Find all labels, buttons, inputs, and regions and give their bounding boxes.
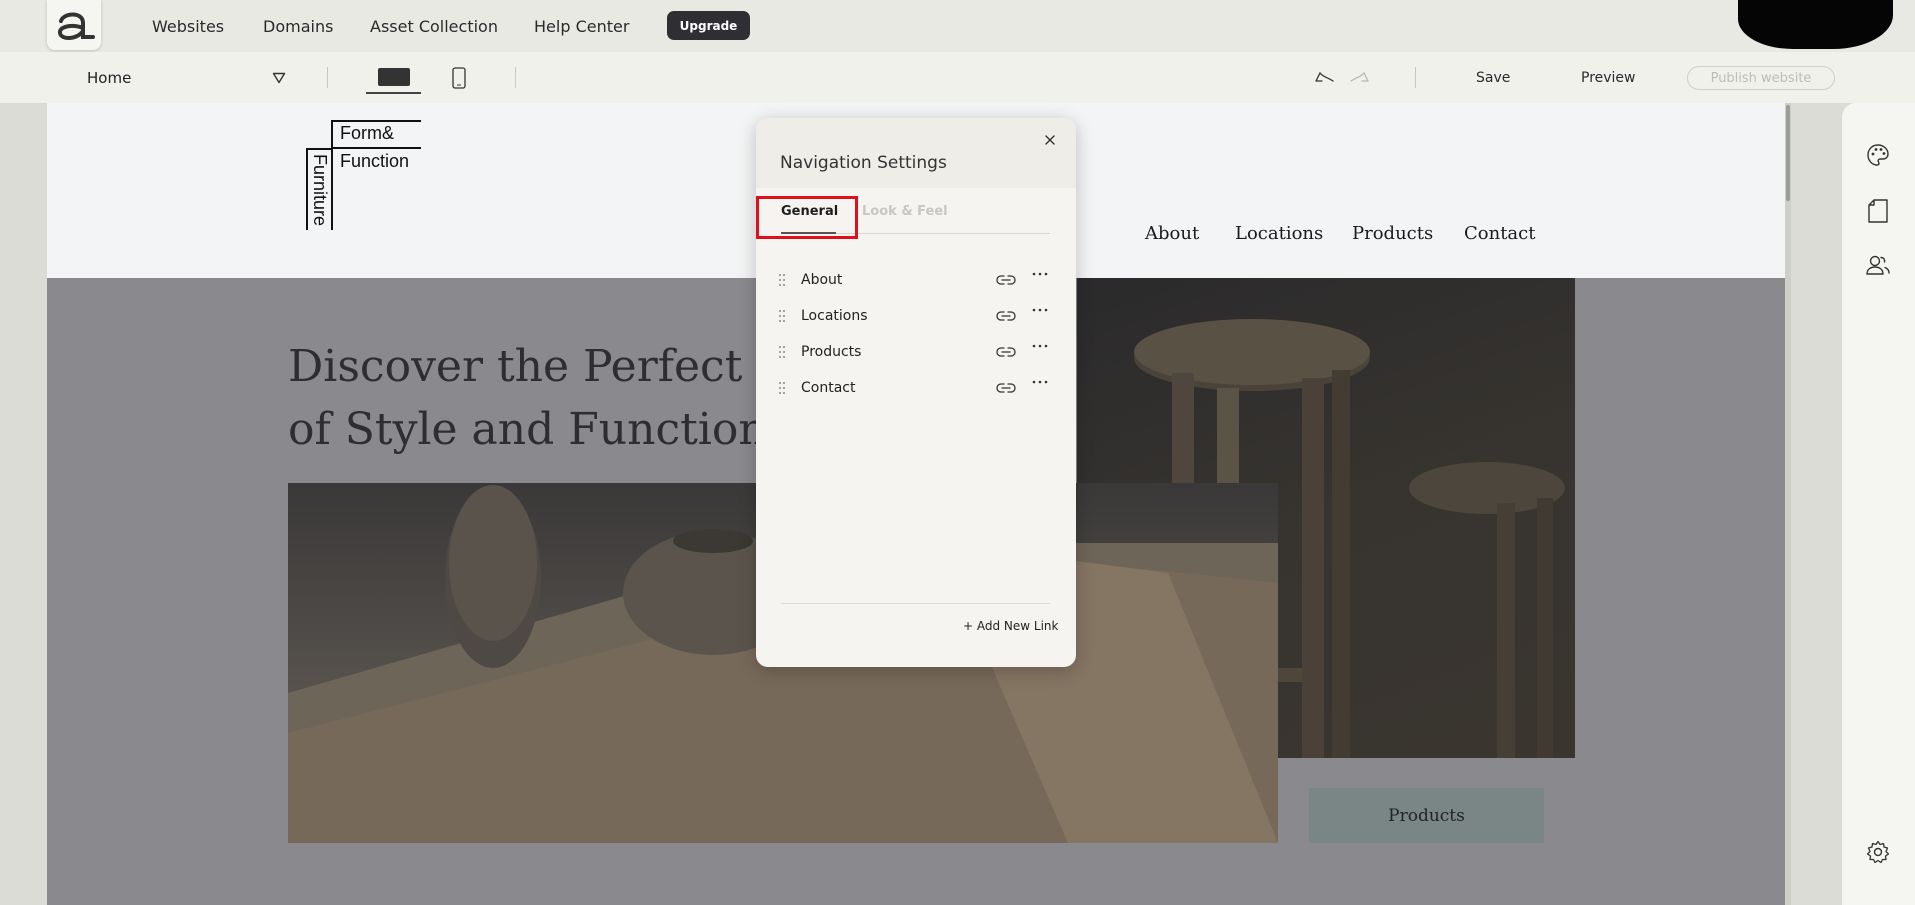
nav-link-row[interactable]: Products bbox=[756, 338, 1076, 368]
page-selector[interactable]: Home bbox=[87, 52, 131, 103]
nav-websites[interactable]: Websites bbox=[152, 0, 224, 52]
nav-link-label: Products bbox=[801, 344, 862, 360]
more-options-icon[interactable] bbox=[1032, 306, 1048, 314]
site-nav-about[interactable]: About bbox=[1145, 223, 1199, 244]
site-nav-locations[interactable]: Locations bbox=[1235, 223, 1323, 244]
close-icon bbox=[1045, 135, 1055, 145]
nav-link-label: About bbox=[801, 272, 843, 288]
app-logo-icon bbox=[58, 12, 95, 40]
publish-website-button[interactable]: Publish website bbox=[1687, 66, 1835, 90]
link-icon[interactable] bbox=[996, 273, 1016, 287]
theme-palette-button[interactable] bbox=[1864, 141, 1892, 169]
mobile-icon bbox=[452, 67, 466, 89]
more-options-icon[interactable] bbox=[1032, 342, 1048, 350]
settings-icon bbox=[1866, 840, 1890, 864]
palette-icon bbox=[1867, 144, 1889, 166]
close-panel-button[interactable] bbox=[1039, 129, 1061, 151]
nav-link-label: Contact bbox=[801, 380, 856, 396]
link-icon[interactable] bbox=[996, 381, 1016, 395]
link-icon[interactable] bbox=[996, 345, 1016, 359]
link-icon[interactable] bbox=[996, 309, 1016, 323]
desktop-view-underline bbox=[366, 92, 421, 94]
drag-handle-icon[interactable] bbox=[778, 273, 786, 287]
page-selector-value: Home bbox=[87, 68, 132, 87]
nav-asset-collection[interactable]: Asset Collection bbox=[370, 0, 498, 52]
redo-icon[interactable] bbox=[1349, 69, 1371, 85]
pages-button[interactable] bbox=[1864, 197, 1892, 225]
drag-handle-icon[interactable] bbox=[778, 381, 786, 395]
tab-look-and-feel[interactable]: Look & Feel bbox=[862, 204, 948, 219]
users-icon bbox=[1866, 255, 1890, 275]
site-nav-contact[interactable]: Contact bbox=[1464, 223, 1535, 244]
site-logo-line-1: Form& bbox=[340, 123, 394, 143]
save-button[interactable]: Save bbox=[1476, 52, 1510, 103]
editor-toolbar: Home Save Preview Publish website bbox=[0, 52, 1915, 103]
nav-link-row[interactable]: About bbox=[756, 266, 1076, 296]
toolbar-divider bbox=[1415, 67, 1416, 88]
account-avatar[interactable] bbox=[1738, 0, 1893, 49]
desktop-icon bbox=[377, 68, 410, 86]
app-logo[interactable] bbox=[47, 0, 101, 50]
nav-link-row[interactable]: Contact bbox=[756, 374, 1076, 404]
desktop-view-button[interactable] bbox=[366, 60, 421, 96]
hero-title-line-1: Discover the Perfect F bbox=[288, 341, 787, 392]
drag-handle-icon[interactable] bbox=[778, 345, 786, 359]
chevron-down-icon[interactable] bbox=[272, 72, 286, 84]
panel-divider bbox=[781, 603, 1050, 604]
toolbar-divider bbox=[327, 67, 328, 88]
hero-title-line-2: of Style and Function bbox=[288, 404, 767, 455]
settings-button[interactable] bbox=[1864, 838, 1892, 866]
add-new-link-button[interactable]: + Add New Link bbox=[963, 619, 1058, 633]
hero-products-button[interactable]: Products bbox=[1309, 788, 1544, 843]
nav-help-center[interactable]: Help Center bbox=[534, 0, 629, 52]
canvas-scrollbar-thumb[interactable] bbox=[1786, 105, 1790, 201]
drag-handle-icon[interactable] bbox=[778, 309, 786, 323]
top-app-bar: Websites Domains Asset Collection Help C… bbox=[0, 0, 1915, 52]
site-logo-line-2: Function bbox=[340, 151, 410, 171]
site-logo-line-3: Furniture bbox=[310, 154, 330, 227]
nav-link-row[interactable]: Locations bbox=[756, 302, 1076, 332]
panel-title: Navigation Settings bbox=[780, 153, 947, 173]
toolbar-divider bbox=[515, 67, 516, 88]
nav-link-label: Locations bbox=[801, 308, 868, 324]
mobile-view-button[interactable] bbox=[448, 60, 470, 96]
right-tool-rail bbox=[1842, 103, 1915, 905]
preview-button[interactable]: Preview bbox=[1581, 52, 1636, 103]
site-nav-products[interactable]: Products bbox=[1352, 223, 1433, 244]
upgrade-button[interactable]: Upgrade bbox=[667, 11, 750, 40]
site-logo[interactable]: Form& Function Furniture bbox=[306, 120, 426, 232]
nav-domains[interactable]: Domains bbox=[263, 0, 333, 52]
team-button[interactable] bbox=[1864, 251, 1892, 279]
canvas-scrollbar[interactable] bbox=[1785, 103, 1791, 905]
hero-title[interactable]: Discover the Perfect F of Style and Func… bbox=[288, 335, 787, 461]
page-icon bbox=[1868, 199, 1888, 223]
undo-icon[interactable] bbox=[1313, 69, 1335, 85]
more-options-icon[interactable] bbox=[1032, 378, 1048, 386]
more-options-icon[interactable] bbox=[1032, 270, 1048, 278]
tab-highlight-box bbox=[756, 196, 858, 239]
